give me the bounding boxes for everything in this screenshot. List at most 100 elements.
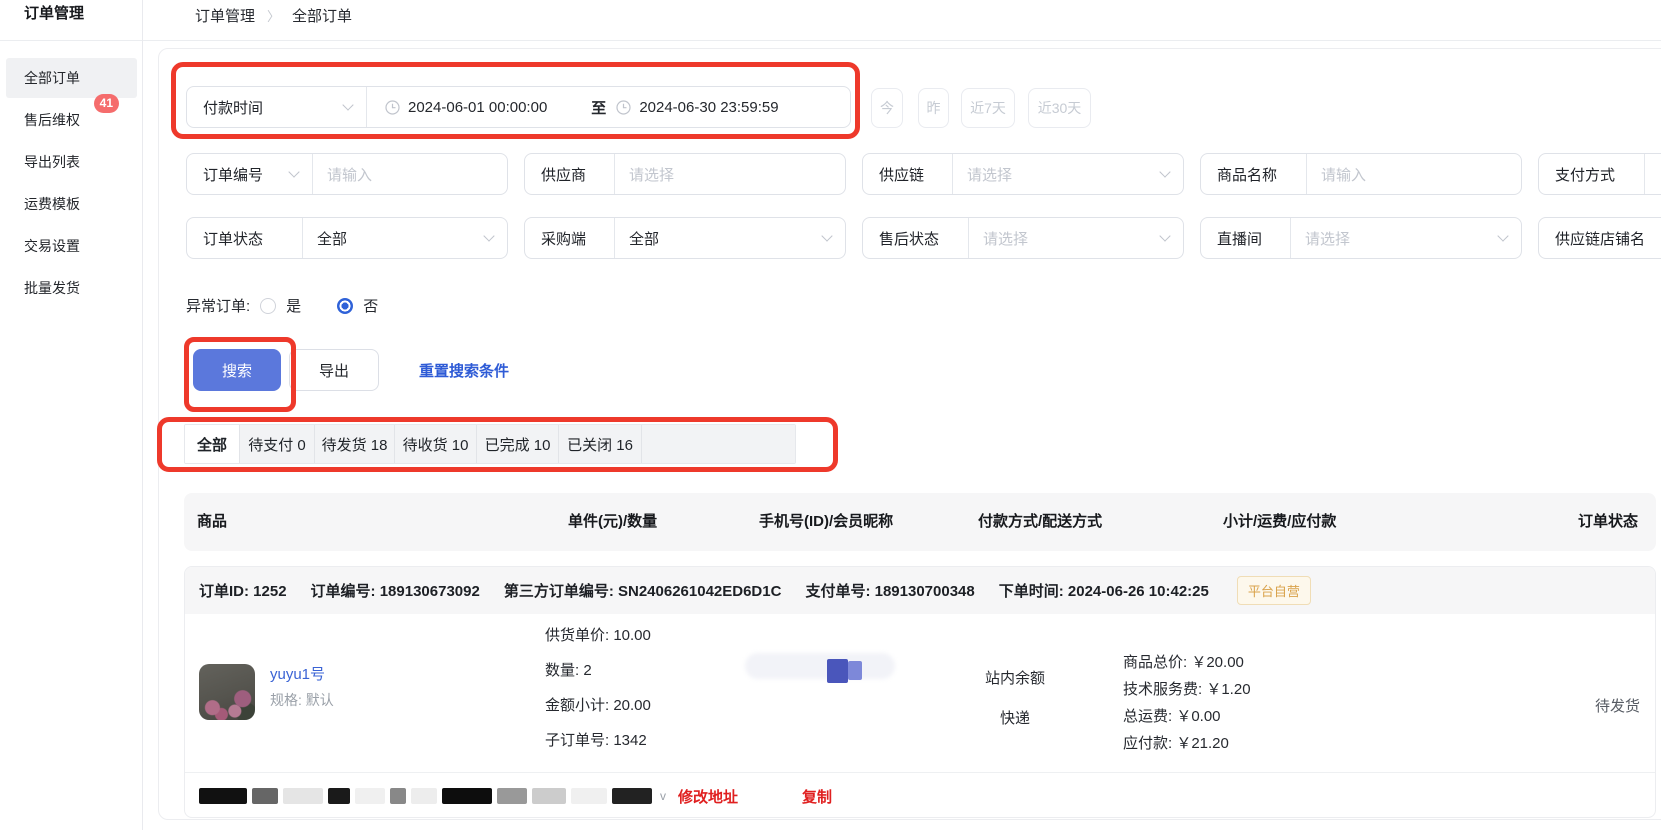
redacted-address-block <box>252 788 278 804</box>
table-header-row: 商品 单件(元)/数量 手机号(ID)/会员昵称 付款方式/配送方式 小计/运费… <box>184 493 1656 551</box>
abnormal-no-radio[interactable] <box>337 298 353 314</box>
export-button[interactable]: 导出 <box>289 349 379 391</box>
amount-subtotal: 金额小计: 20.00 <box>545 695 651 717</box>
delivery-method: 快递 <box>955 707 1075 731</box>
col-header-subtotal: 小计/运费/应付款 <box>1223 493 1336 551</box>
copy-address-link[interactable]: 复制 <box>802 786 832 807</box>
filter-pay-method: 支付方式 <box>1538 153 1661 195</box>
product-thumbnail[interactable] <box>199 664 255 720</box>
tab-closed[interactable]: 已关闭 16 <box>559 425 642 463</box>
total-freight: 总运费: ￥0.00 <box>1123 703 1251 730</box>
order-no-label: 订单编号 <box>203 164 263 185</box>
live-room-select[interactable]: 请选择 <box>1291 218 1521 258</box>
order-id: 订单ID: 1252 <box>199 580 287 601</box>
order-no-type-select[interactable]: 订单编号 <box>187 154 313 194</box>
after-sale-status-placeholder: 请选择 <box>983 228 1028 249</box>
abnormal-order-row: 异常订单: 是 否 <box>186 295 378 316</box>
edit-address-link[interactable]: 修改地址 <box>678 786 738 807</box>
chevron-down-icon <box>342 99 353 110</box>
filter-purchase-side: 采购端 全部 <box>524 217 846 259</box>
col-header-product: 商品 <box>197 493 227 551</box>
supply-unit-price: 供货单价: 10.00 <box>545 625 651 647</box>
product-name-input[interactable]: 请输入 <box>1307 154 1521 194</box>
redacted-address-block <box>283 788 323 804</box>
filter-payment-time: 付款时间 2024-06-01 00:00:00 至 2024-06-30 23… <box>186 86 851 128</box>
tab-pending-receipt[interactable]: 待收货 10 <box>395 425 477 463</box>
goods-total: 商品总价: ￥20.00 <box>1123 649 1251 676</box>
quick-range-7days-button[interactable]: 近7天 <box>961 88 1015 128</box>
tab-completed[interactable]: 已完成 10 <box>477 425 559 463</box>
chevron-down-icon <box>1159 230 1170 241</box>
quantity: 数量: 2 <box>545 660 651 682</box>
chevron-down-icon <box>1497 230 1508 241</box>
purchase-side-select[interactable]: 全部 <box>615 218 845 258</box>
sidebar-item-label: 导出列表 <box>24 152 80 172</box>
tab-all[interactable]: 全部 <box>185 425 240 463</box>
chevron-down-icon <box>1159 166 1170 177</box>
abnormal-no-label[interactable]: 否 <box>363 295 378 316</box>
search-button[interactable]: 搜索 <box>193 349 281 391</box>
order-status-select[interactable]: 全部 <box>303 218 507 258</box>
breadcrumb-order-management[interactable]: 订单管理 <box>195 5 255 26</box>
pay-method-select[interactable] <box>1645 154 1661 194</box>
payment-no: 支付单号: 189130700348 <box>805 580 974 601</box>
product-name-link[interactable]: yuyu1号 <box>270 663 325 684</box>
order-status-label: 订单状态 <box>187 218 303 258</box>
sidebar-item-label: 全部订单 <box>24 68 80 88</box>
payment-delivery-column: 站内余额 快递 <box>955 667 1075 731</box>
sidebar-item-label: 批量发货 <box>24 278 80 298</box>
filter-supply-chain: 供应链 请选择 <box>862 153 1184 195</box>
col-header-pay-delivery: 付款方式/配送方式 <box>978 493 1102 551</box>
order-no: 订单编号: 189130673092 <box>311 580 480 601</box>
quick-range-30days-button[interactable]: 近30天 <box>1028 88 1091 128</box>
abnormal-yes-label[interactable]: 是 <box>286 295 301 316</box>
after-sale-status-select[interactable]: 请选择 <box>969 218 1183 258</box>
redacted-address-block <box>328 788 350 804</box>
quick-range-today-button[interactable]: 今 <box>871 88 903 128</box>
sidebar-title: 订单管理 <box>24 3 142 25</box>
supply-chain-select[interactable]: 请选择 <box>953 154 1183 194</box>
clock-icon <box>616 100 631 115</box>
sidebar-item-all-orders[interactable]: 全部订单 <box>6 58 137 98</box>
redacted-address-block <box>497 788 527 804</box>
filter-order-no: 订单编号 请输入 <box>186 153 508 195</box>
col-header-unit-qty: 单件(元)/数量 <box>568 493 657 551</box>
order-no-input[interactable]: 请输入 <box>313 154 507 194</box>
sidebar-item-freight-template[interactable]: 运费模板 <box>6 184 137 224</box>
topbar: 订单管理 〉 全部订单 <box>143 0 1661 41</box>
order-row: 订单ID: 1252 订单编号: 189130673092 第三方订单编号: S… <box>184 566 1656 818</box>
tab-pending-shipment[interactable]: 待发货 18 <box>315 425 395 463</box>
live-room-label: 直播间 <box>1201 218 1291 258</box>
order-status-value: 全部 <box>317 228 347 249</box>
reset-search-link[interactable]: 重置搜索条件 <box>419 360 509 381</box>
sidebar-header: 订单管理 <box>0 0 142 41</box>
redacted-block <box>827 659 848 683</box>
clock-icon <box>385 100 400 115</box>
after-sales-count-badge: 41 <box>94 94 119 113</box>
order-management-screen: 订单管理 全部订单 售后维权 41 导出列表 运费模板 交易设置 批量发货 <box>0 0 1661 830</box>
sidebar-item-batch-shipping[interactable]: 批量发货 <box>6 268 137 308</box>
quick-range-yesterday-button[interactable]: 昨 <box>918 88 949 128</box>
redacted-address-block <box>411 788 437 804</box>
sidebar-item-trade-settings[interactable]: 交易设置 <box>6 226 137 266</box>
product-name-placeholder: 请输入 <box>1321 164 1366 185</box>
breadcrumb-all-orders: 全部订单 <box>292 5 352 26</box>
sidebar-item-export-list[interactable]: 导出列表 <box>6 142 137 182</box>
redacted-block <box>848 661 862 680</box>
payment-time-type-select[interactable]: 付款时间 <box>187 87 367 127</box>
redacted-member-name <box>745 653 895 679</box>
chevron-down-icon: v <box>660 789 666 803</box>
breadcrumb-separator-icon: 〉 <box>267 6 280 25</box>
abnormal-order-label: 异常订单: <box>186 295 250 316</box>
redacted-address-block <box>571 788 607 804</box>
tab-pending-payment[interactable]: 待支付 0 <box>240 425 315 463</box>
supplier-select[interactable]: 请选择 <box>615 154 845 194</box>
abnormal-yes-radio[interactable] <box>260 298 276 314</box>
product-spec: 规格: 默认 <box>270 690 334 710</box>
product-name-label: 商品名称 <box>1201 154 1307 194</box>
start-datetime: 2024-06-01 00:00:00 <box>408 99 547 116</box>
payment-time-range-input[interactable]: 2024-06-01 00:00:00 至 2024-06-30 23:59:5… <box>367 87 850 127</box>
sidebar-item-after-sales[interactable]: 售后维权 41 <box>6 100 137 140</box>
amounts-column: 商品总价: ￥20.00 技术服务费: ￥1.20 总运费: ￥0.00 应付款… <box>1123 649 1251 757</box>
filter-supplier: 供应商 请选择 <box>524 153 846 195</box>
